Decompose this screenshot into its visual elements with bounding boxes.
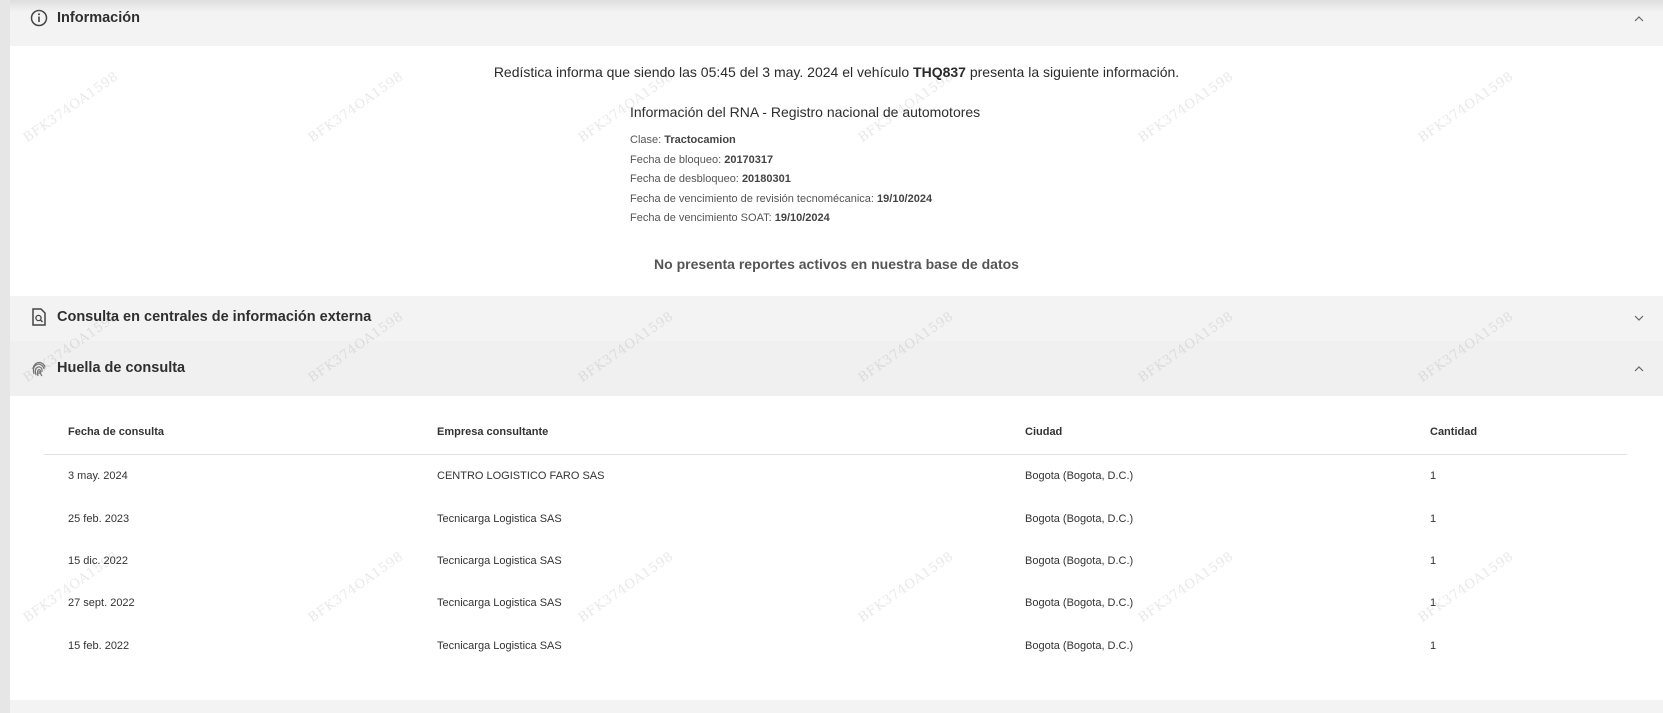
centrales-header[interactable]: Consulta en centrales de información ext…	[10, 297, 1663, 337]
rna-field-clase: Clase: Tractocamion	[630, 134, 736, 146]
chevron-up-icon[interactable]	[1633, 12, 1645, 24]
cell-empresa: Tecnicarga Logistica SAS	[437, 512, 562, 525]
informacion-title: Información	[57, 10, 140, 26]
col-empresa-consultante[interactable]: Empresa consultante	[413, 410, 1001, 455]
vehicle-plate: THQ837	[913, 64, 966, 80]
cell-cantidad: 1	[1430, 597, 1437, 610]
cell-ciudad: Bogota (Bogota, D.C.)	[1025, 554, 1134, 567]
cell-cantidad: 1	[1430, 512, 1437, 525]
cell-ciudad: Bogota (Bogota, D.C.)	[1025, 639, 1134, 652]
col-cantidad[interactable]: Cantidad	[1406, 410, 1627, 455]
report-page: Información Redística informa que siendo…	[10, 0, 1663, 713]
table-row: 15 dic. 2022 Tecnicarga Logistica SAS Bo…	[44, 540, 1627, 582]
rna-field-fecha-bloqueo: Fecha de bloqueo: 20170317	[630, 153, 774, 166]
left-rail	[0, 0, 10, 713]
no-reports-message: No presenta reportes activos en nuestra …	[654, 256, 1019, 272]
table-row: 3 may. 2024 CENTRO LOGISTICO FARO SAS Bo…	[44, 455, 1627, 498]
intro-suffix: presenta la siguiente información.	[969, 64, 1180, 80]
chevron-up-icon[interactable]	[1633, 362, 1645, 374]
cell-empresa: Tecnicarga Logistica SAS	[437, 597, 562, 610]
huella-table: Fecha de consulta Empresa consultante Ci…	[44, 410, 1627, 667]
top-shadow	[10, 0, 1663, 12]
cell-fecha: 25 feb. 2023	[68, 512, 130, 525]
intro-text: Redística informa que siendo las 05:45 d…	[10, 64, 1663, 80]
intro-prefix: Redística informa que siendo las 05:45 d…	[493, 64, 910, 80]
huella-title: Huella de consulta	[57, 360, 186, 376]
cell-empresa: Tecnicarga Logistica SAS	[437, 639, 562, 652]
cell-fecha: 15 dic. 2022	[68, 554, 128, 567]
cell-ciudad: Bogota (Bogota, D.C.)	[1025, 512, 1134, 525]
cell-ciudad: Bogota (Bogota, D.C.)	[1025, 597, 1134, 610]
cell-fecha: 27 sept. 2022	[68, 597, 135, 610]
col-fecha-consulta[interactable]: Fecha de consulta	[44, 410, 413, 455]
cell-empresa: CENTRO LOGISTICO FARO SAS	[437, 470, 605, 483]
cell-cantidad: 1	[1430, 554, 1437, 567]
table-row: 25 feb. 2023 Tecnicarga Logistica SAS Bo…	[44, 497, 1627, 539]
fingerprint-icon	[29, 359, 49, 379]
chevron-down-icon[interactable]	[1633, 311, 1645, 323]
centrales-title: Consulta en centrales de información ext…	[57, 309, 372, 325]
cell-fecha: 3 may. 2024	[68, 470, 128, 483]
rna-field-revision-tecnomecanica: Fecha de vencimiento de revisión tecnomé…	[630, 192, 933, 205]
cell-empresa: Tecnicarga Logistica SAS	[437, 554, 562, 567]
cell-ciudad: Bogota (Bogota, D.C.)	[1025, 470, 1134, 483]
document-search-icon	[29, 307, 49, 327]
col-ciudad[interactable]: Ciudad	[1001, 410, 1406, 455]
rna-block: Información del RNA - Registro nacional …	[630, 104, 980, 232]
table-header-row: Fecha de consulta Empresa consultante Ci…	[44, 410, 1627, 455]
rna-title: Información del RNA - Registro nacional …	[630, 104, 981, 120]
rna-field-fecha-desbloqueo: Fecha de desbloqueo: 20180301	[630, 173, 791, 185]
cell-cantidad: 1	[1430, 470, 1437, 483]
huella-header[interactable]: Huella de consulta	[10, 341, 1663, 396]
rna-field-soat: Fecha de vencimiento SOAT: 19/10/2024	[630, 212, 830, 224]
cell-fecha: 15 feb. 2022	[68, 639, 130, 652]
table-row: 15 feb. 2022 Tecnicarga Logistica SAS Bo…	[44, 625, 1627, 667]
cell-cantidad: 1	[1430, 639, 1437, 652]
table-row: 27 sept. 2022 Tecnicarga Logistica SAS B…	[44, 582, 1627, 624]
